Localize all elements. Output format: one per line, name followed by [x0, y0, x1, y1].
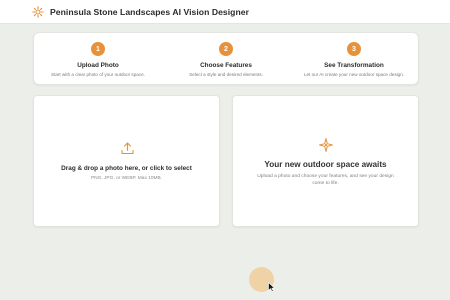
step-description: Select a style and desired elements. — [189, 72, 263, 77]
step-description: Start with a clear photo of your outdoor… — [51, 72, 145, 77]
app-header: Peninsula Stone Landscapes AI Vision Des… — [0, 0, 450, 24]
photo-upload-dropzone[interactable]: Drag & drop a photo here, or click to se… — [33, 95, 220, 227]
step-number-badge: 3 — [347, 42, 361, 56]
mouse-cursor-icon — [268, 279, 276, 292]
step-see-transformation: 3 See Transformation Let our AI create y… — [290, 33, 418, 84]
dropzone-title: Drag & drop a photo here, or click to se… — [61, 165, 192, 172]
step-choose-features: 2 Choose Features Select a style and des… — [162, 33, 290, 84]
step-description: Let our AI create your new outdoor space… — [303, 72, 405, 77]
step-title: Upload Photo — [77, 62, 119, 69]
steps-panel: 1 Upload Photo Start with a clear photo … — [33, 32, 419, 85]
step-upload-photo: 1 Upload Photo Start with a clear photo … — [34, 33, 162, 84]
step-number-badge: 1 — [91, 42, 105, 56]
sparkle-icon — [318, 137, 334, 153]
step-number-badge: 2 — [219, 42, 233, 56]
design-preview-panel: Your new outdoor space awaits Upload a p… — [232, 95, 419, 227]
preview-title: Your new outdoor space awaits — [264, 160, 387, 169]
step-title: See Transformation — [324, 62, 384, 69]
app-title: Peninsula Stone Landscapes AI Vision Des… — [50, 6, 250, 17]
dropzone-file-hint: PNG, JPG, or WEBP. Max 10MB. — [90, 176, 163, 181]
sparkle-sun-icon — [32, 5, 44, 18]
step-title: Choose Features — [200, 62, 252, 69]
upload-icon — [120, 141, 135, 156]
preview-description: Upload a photo and choose your features,… — [257, 174, 394, 186]
